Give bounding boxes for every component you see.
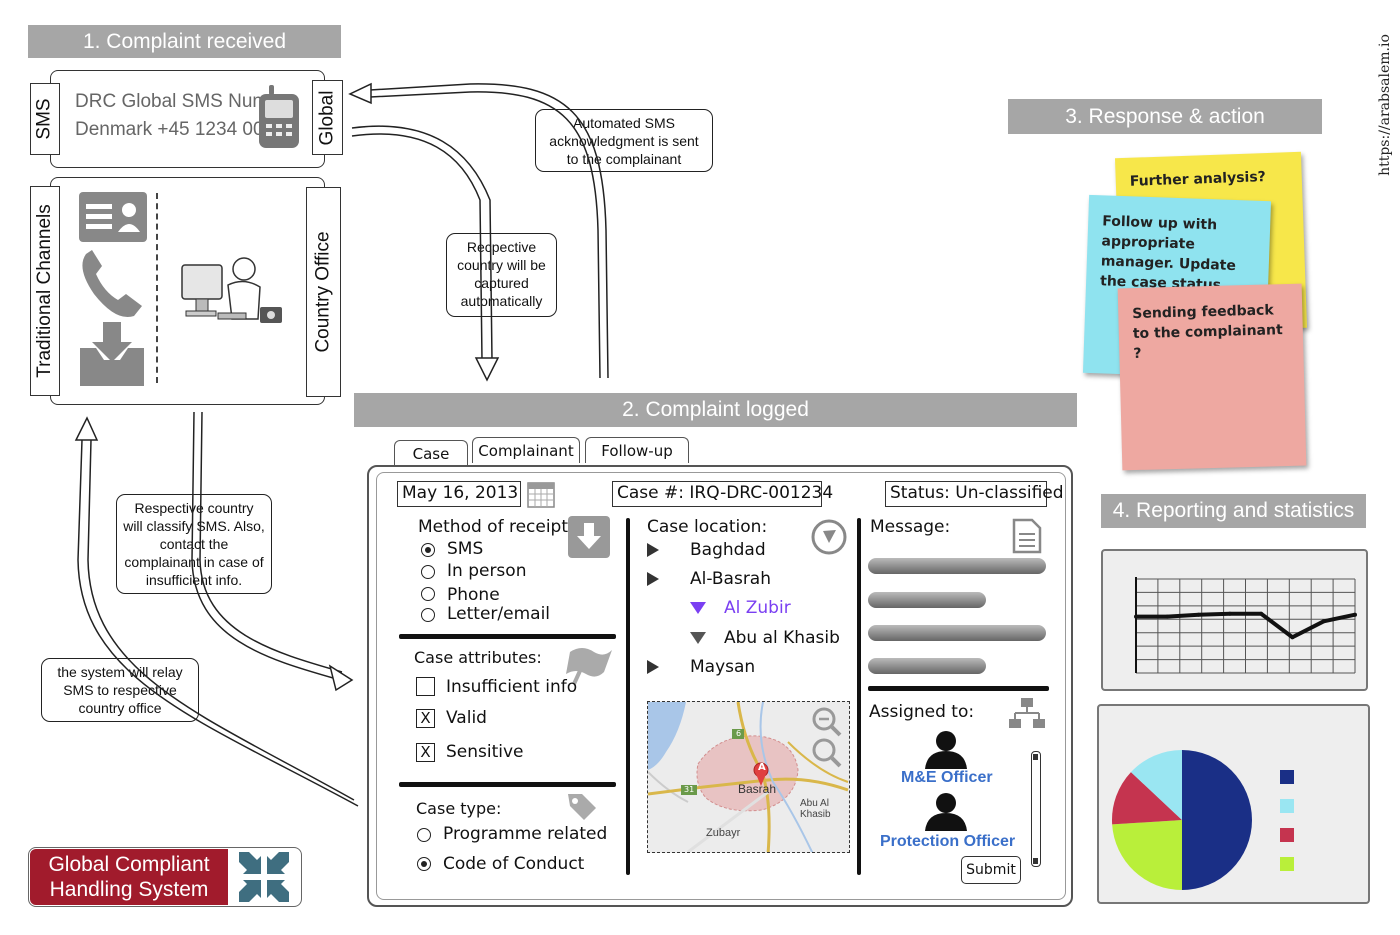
method-phone-label: Phone — [447, 585, 500, 605]
document-icon — [1012, 518, 1042, 554]
case-number-field: Case #: IRQ-DRC-001234 — [612, 481, 833, 507]
tree-expand-icon[interactable] — [647, 660, 659, 674]
map-town-abu-al-khasib: Abu Al Khasib — [800, 798, 831, 820]
calendar-icon[interactable] — [526, 479, 556, 509]
legend-swatch — [1280, 799, 1294, 813]
line-chart-panel — [1101, 549, 1368, 691]
data-point — [1290, 635, 1295, 640]
zoom-out-icon — [812, 738, 842, 768]
map-town-zubayr: Zubayr — [706, 827, 741, 839]
radio-programme-related[interactable] — [417, 828, 431, 842]
legend-swatch — [1280, 828, 1294, 842]
tree-collapse-icon[interactable] — [690, 632, 706, 644]
legend-swatch — [1280, 857, 1294, 871]
officer-me-label[interactable]: M&E Officer — [901, 769, 993, 787]
method-in-person-label: In person — [447, 561, 527, 581]
officer-protection-label[interactable]: Protection Officer — [880, 833, 1015, 851]
pie-slice — [1112, 820, 1182, 890]
submit-button[interactable]: Submit — [961, 856, 1021, 884]
collapse-arrows-icon — [239, 852, 289, 902]
radio-phone[interactable] — [421, 587, 435, 601]
case-location-title: Case location: — [647, 517, 768, 537]
location-abu-al-khasib[interactable]: Abu al Khasib — [724, 628, 840, 648]
message-line — [868, 592, 986, 608]
map-city-basrah: Basrah — [738, 782, 777, 796]
download-icon — [568, 516, 610, 558]
data-point — [1321, 619, 1326, 624]
data-point — [1196, 612, 1201, 617]
sensitive-label: Sensitive — [446, 742, 524, 762]
method-of-receipt-title: Method of receipt: — [418, 517, 574, 537]
date-field[interactable]: May 16, 2013 — [397, 481, 521, 507]
case-attributes-title: Case attributes: — [414, 648, 542, 667]
user-avatar-icon — [925, 731, 967, 769]
divider — [868, 686, 1049, 691]
data-point — [1259, 611, 1264, 616]
location-al-basrah[interactable]: Al-Basrah — [690, 569, 771, 589]
tab-complainant[interactable]: Complainant — [472, 437, 580, 463]
assignee-scrollbar[interactable] — [1031, 751, 1041, 867]
pie-chart — [1112, 750, 1294, 890]
checkbox-valid[interactable]: X — [416, 709, 435, 728]
message-title: Message: — [870, 517, 951, 537]
radio-sms[interactable] — [421, 543, 435, 557]
radio-code-of-conduct[interactable] — [417, 857, 431, 871]
user-avatar-icon — [925, 793, 967, 831]
column-divider — [857, 518, 861, 875]
programme-related-label: Programme related — [443, 824, 608, 844]
map-marker-label: A — [758, 762, 766, 773]
location-map[interactable]: 6 31 A Basrah Abu Al Khasib Zubayr — [647, 701, 850, 853]
tree-selected-icon[interactable] — [690, 602, 706, 614]
method-sms-label: SMS — [447, 539, 484, 559]
message-line — [868, 658, 986, 674]
data-point — [1353, 612, 1357, 617]
location-maysan[interactable]: Maysan — [690, 657, 755, 677]
divider — [399, 634, 616, 639]
assigned-to-title: Assigned to: — [869, 702, 975, 722]
valid-label: Valid — [446, 708, 487, 728]
code-of-conduct-label: Code of Conduct — [443, 854, 585, 874]
line-chart — [1134, 577, 1357, 674]
sticky-pink: Sending feedback to the complainant ? — [1117, 283, 1307, 471]
data-point — [1227, 611, 1232, 616]
data-point — [1134, 614, 1138, 619]
radio-in-person[interactable] — [421, 565, 435, 579]
map-road-31: 31 — [684, 785, 695, 794]
pie-slice — [1182, 750, 1252, 890]
insufficient-info-label: Insufficient info — [446, 677, 578, 697]
divider — [399, 782, 616, 787]
watermark: https://arabsalem.io — [1377, 34, 1393, 176]
org-chart-icon — [1009, 698, 1045, 728]
zoom-in-icon — [812, 707, 842, 737]
checkbox-insufficient-info[interactable] — [416, 677, 435, 696]
checkbox-sensitive[interactable]: X — [416, 743, 435, 762]
legend-swatch — [1280, 770, 1294, 784]
case-type-title: Case type: — [416, 799, 502, 818]
tree-expand-icon[interactable] — [647, 572, 659, 586]
location-al-zubir[interactable]: Al Zubir — [724, 598, 791, 618]
compass-icon — [811, 519, 847, 555]
status-field: Status: Un-classified — [885, 481, 1064, 507]
tab-follow-up[interactable]: Follow-up — [585, 437, 689, 463]
radio-letter-email[interactable] — [421, 608, 435, 622]
data-point — [1165, 614, 1170, 619]
logo-text: Global Compliant Handling System — [30, 849, 228, 905]
tab-case[interactable]: Case — [394, 440, 468, 466]
message-line — [868, 558, 1046, 574]
map-road-6: 6 — [736, 729, 742, 738]
method-letter-email-label: Letter/email — [447, 604, 551, 624]
pie-chart-panel — [1097, 704, 1370, 904]
column-divider — [626, 518, 630, 875]
location-baghdad[interactable]: Baghdad — [690, 540, 766, 560]
tree-expand-icon[interactable] — [647, 543, 659, 557]
message-line — [868, 625, 1046, 641]
tag-icon — [568, 794, 596, 820]
